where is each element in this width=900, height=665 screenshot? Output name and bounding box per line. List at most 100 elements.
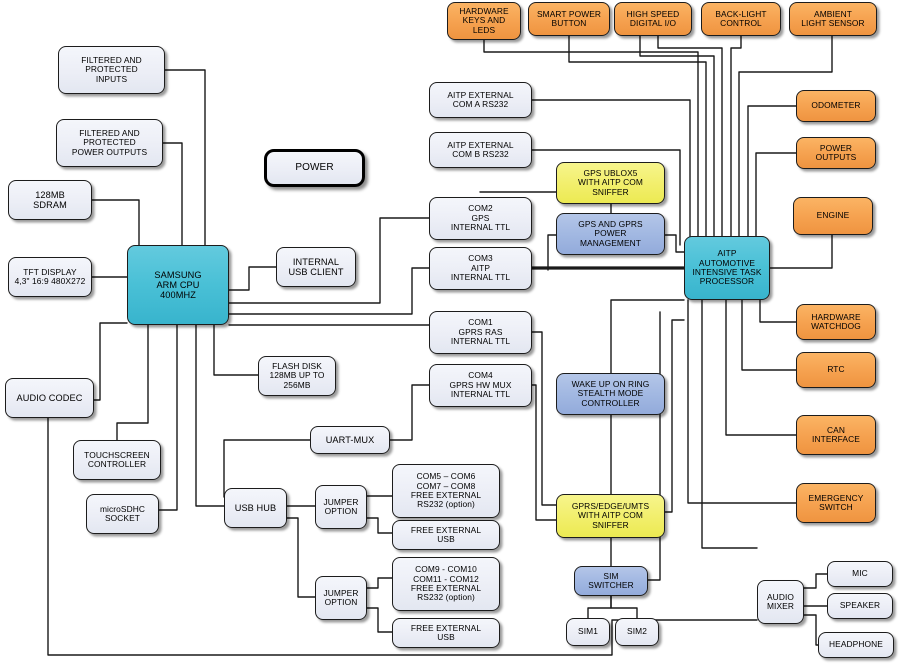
node-line: POWER OUTPUTS	[71, 146, 148, 157]
node-line: SIM2	[627, 626, 647, 637]
node-line: AUDIO CODEC	[16, 392, 83, 403]
node-line: DIGITAL I/O	[629, 18, 677, 28]
node-line: CONTROLLER	[87, 459, 147, 469]
node-power-outputs[interactable]: POWER OUTPUTS	[796, 137, 876, 169]
node-can-interface[interactable]: CAN INTERFACE	[796, 415, 876, 455]
node-line: SOCKET	[104, 513, 141, 523]
node-filtered-power-outputs[interactable]: FILTERED AND PROTECTED POWER OUTPUTS	[56, 119, 163, 167]
node-sdram[interactable]: 128MB SDRAM	[8, 180, 92, 220]
node-com9-com12[interactable]: COM9 - COM10 COM11 - COM12 FREE EXTERNAL…	[392, 557, 500, 611]
node-line: 128MB	[35, 189, 65, 200]
node-gps-gprs-power-management[interactable]: GPS AND GPRS POWER MANAGEMENT	[556, 213, 665, 255]
node-line: SIM1	[578, 626, 598, 637]
node-com3-aitp[interactable]: COM3 AITP INTERNAL TTL	[429, 247, 532, 290]
node-line: 4,3" 16:9 480X272	[14, 276, 86, 286]
node-free-external-usb-1[interactable]: FREE EXTERNAL USB	[392, 520, 500, 550]
node-free-external-usb-2[interactable]: FREE EXTERNAL USB	[392, 618, 500, 648]
node-line: LEDS	[472, 24, 496, 35]
node-line: HEADPHONE	[829, 639, 883, 650]
node-high-speed-digital-io[interactable]: HIGH SPEED DIGITAL I/O	[614, 2, 692, 36]
node-tft-display[interactable]: TFT DISPLAY 4,3" 16:9 480X272	[8, 257, 92, 297]
node-sim2[interactable]: SIM2	[615, 618, 659, 646]
node-emergency-switch[interactable]: EMERGENCY SWITCH	[796, 483, 876, 523]
node-gprs-edge-umts[interactable]: GPRS/EDGE/UMTS WITH AITP COM SNIFFER	[556, 494, 665, 538]
node-line: CONTROL	[720, 18, 762, 28]
node-line: COM B RS232	[452, 149, 509, 159]
node-sim-switcher[interactable]: SIM SWITCHER	[574, 566, 648, 596]
node-line: SAMSUNG	[154, 269, 202, 280]
node-speaker[interactable]: SPEAKER	[827, 593, 893, 619]
node-line: COM A RS232	[452, 99, 509, 109]
node-aitp-processor[interactable]: AITP AUTOMOTIVE INTENSIVE TASK PROCESSOR	[684, 236, 770, 300]
node-uart-mux[interactable]: UART-MUX	[310, 426, 390, 454]
node-line: OUTPUTS	[815, 152, 857, 162]
node-line: MIC	[852, 568, 868, 579]
node-line: USB	[437, 534, 455, 544]
node-wake-up-on-ring[interactable]: WAKE UP ON RING STEALTH MODE CONTROLLER	[556, 373, 665, 415]
node-samsung-arm-cpu[interactable]: SAMSUNG ARM CPU 400MHZ	[127, 245, 229, 325]
node-mic[interactable]: MIC	[827, 561, 893, 587]
node-line: ARM CPU	[156, 279, 200, 290]
node-line: PROCESSOR	[699, 276, 755, 287]
node-line: OPTION	[324, 506, 358, 516]
node-line: ENGINE	[816, 210, 850, 221]
node-aitp-external-com-b[interactable]: AITP EXTERNAL COM B RS232	[429, 132, 532, 168]
node-line: INTERNAL TTL	[450, 222, 511, 233]
node-line: INTERNAL TTL	[450, 389, 511, 400]
node-rtc[interactable]: RTC	[796, 352, 876, 388]
node-com2-gps[interactable]: COM2 GPS INTERNAL TTL	[429, 197, 532, 240]
node-usb-hub[interactable]: USB HUB	[224, 488, 287, 528]
node-line: ODOMETER	[811, 100, 861, 111]
node-power[interactable]: POWER	[264, 149, 365, 187]
node-line: BUTTON	[551, 18, 587, 28]
node-hardware-watchdog[interactable]: HARDWARE WATCHDOG	[796, 304, 876, 340]
node-line: WATCHDOG	[811, 321, 861, 331]
node-line: SDRAM	[33, 200, 67, 210]
node-line: SWITCHER	[588, 580, 634, 590]
node-line: MANAGEMENT	[579, 237, 642, 248]
node-audio-mixer[interactable]: AUDIO MIXER	[757, 580, 804, 624]
node-line: CONTROLLER	[581, 397, 640, 408]
node-line: SNIFFER	[592, 519, 629, 530]
node-line: RS232 (option)	[417, 592, 475, 603]
node-line: INPUTS	[95, 73, 128, 84]
node-aitp-external-com-a[interactable]: AITP EXTERNAL COM A RS232	[429, 82, 532, 118]
node-back-light-control[interactable]: BACK-LIGHT CONTROL	[701, 2, 781, 36]
node-gps-ublox5[interactable]: GPS UBLOX5 WITH AITP COM SNIFFER	[556, 162, 665, 204]
node-sim1[interactable]: SIM1	[566, 618, 610, 646]
node-jumper-option-2[interactable]: JUMPER OPTION	[315, 576, 367, 620]
node-headphone[interactable]: HEADPHONE	[818, 632, 894, 658]
node-flash-disk[interactable]: FLASH DISK 128MB UP TO 256MB	[258, 356, 336, 396]
node-hardware-keys-leds[interactable]: HARDWARE KEYS AND LEDS	[447, 2, 521, 40]
node-line: SWITCH	[819, 502, 853, 512]
node-line: UART-MUX	[325, 434, 375, 445]
node-line: USB HUB	[234, 502, 277, 513]
node-line: POWER	[295, 162, 334, 174]
node-jumper-option-1[interactable]: JUMPER OPTION	[315, 485, 367, 529]
node-smart-power-button[interactable]: SMART POWER BUTTON	[528, 2, 610, 36]
node-line: RS232 (option)	[417, 499, 475, 510]
node-touchscreen-controller[interactable]: TOUCHSCREEN CONTROLLER	[73, 440, 161, 480]
node-line: LIGHT SENSOR	[801, 18, 865, 28]
node-audio-codec[interactable]: AUDIO CODEC	[5, 378, 94, 418]
node-ambient-light-sensor[interactable]: AMBIENT LIGHT SENSOR	[789, 2, 877, 36]
node-line: SPEAKER	[839, 600, 881, 611]
node-line: INTERNAL TTL	[450, 336, 511, 347]
node-line: USB	[437, 632, 455, 642]
block-diagram-canvas: FILTERED AND PROTECTED INPUTS FILTERED A…	[0, 0, 900, 665]
node-filtered-inputs[interactable]: FILTERED AND PROTECTED INPUTS	[58, 46, 165, 94]
node-microsdhc-socket[interactable]: microSDHC SOCKET	[86, 494, 159, 534]
node-internal-usb-client[interactable]: INTERNAL USB CLIENT	[276, 247, 356, 287]
node-com4-gprs-hw-mux[interactable]: COM4 GPRS HW MUX INTERNAL TTL	[429, 364, 532, 407]
node-com1-gprs-ras[interactable]: COM1 GPRS RAS INTERNAL TTL	[429, 311, 532, 354]
node-odometer[interactable]: ODOMETER	[796, 90, 876, 122]
node-line: INTERNAL	[292, 256, 340, 267]
node-com5-com8[interactable]: COM5 – COM6 COM7 – COM8 FREE EXTERNAL RS…	[392, 464, 500, 518]
node-line: 256MB	[283, 379, 311, 390]
node-line: MIXER	[766, 601, 795, 611]
node-line: USB CLIENT	[288, 267, 344, 277]
node-line: INTERNAL TTL	[450, 272, 511, 283]
node-line: RTC	[827, 364, 845, 375]
node-engine[interactable]: ENGINE	[793, 197, 873, 235]
node-line: INTERFACE	[812, 434, 860, 444]
